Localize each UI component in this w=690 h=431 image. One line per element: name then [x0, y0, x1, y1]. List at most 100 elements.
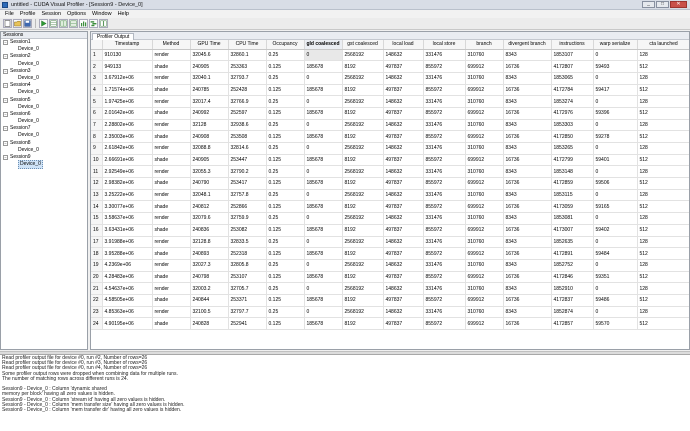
table-cell[interactable]: 512	[637, 107, 689, 120]
table-cell[interactable]: 1852635	[551, 236, 594, 249]
table-cell[interactable]: 128	[637, 165, 689, 179]
collapse-icon[interactable]: −	[3, 54, 8, 60]
table-cell[interactable]: 128	[637, 189, 689, 202]
table-cell[interactable]: 0	[304, 282, 343, 295]
table-cell[interactable]: render	[152, 49, 191, 62]
table-cell[interactable]: 4.58505e+06	[102, 294, 153, 307]
table-cell[interactable]: 0.25	[266, 236, 305, 249]
collapse-icon[interactable]: −	[3, 126, 8, 132]
table-cell[interactable]: 128	[637, 259, 689, 272]
session-node[interactable]: − Session6	[1, 111, 87, 118]
table-cell[interactable]: 855972	[423, 294, 466, 307]
table-cell[interactable]: 310760	[465, 212, 504, 225]
table-cell[interactable]: 0.25	[266, 95, 305, 108]
table-row[interactable]: 9 2.61842e+06 render 32088.8 32814.6 0.25 0 256…	[91, 142, 689, 155]
table-cell[interactable]: 8192	[342, 247, 384, 260]
table-cell[interactable]: 699912	[465, 154, 504, 167]
close-button[interactable]: ✕	[670, 1, 687, 8]
table-cell[interactable]: 0.25	[266, 306, 305, 319]
table-cell[interactable]: render	[152, 236, 191, 249]
table-cell[interactable]: 0	[304, 236, 343, 249]
table-cell[interactable]: 497837	[383, 317, 424, 330]
table-cell[interactable]: render	[152, 282, 191, 295]
table-cell[interactable]: 253508	[228, 130, 267, 143]
table-cell[interactable]: 253082	[228, 224, 267, 237]
table-cell[interactable]: 148632	[383, 189, 424, 202]
menu-session[interactable]: Session	[38, 11, 64, 17]
table-cell[interactable]: shade	[152, 154, 191, 167]
table-cell[interactable]: 855972	[423, 177, 466, 190]
table-cell[interactable]: 2568192	[342, 72, 384, 85]
table-cell[interactable]: 331476	[423, 95, 466, 108]
table-cell[interactable]: shade	[152, 271, 191, 284]
table-cell[interactable]: 699912	[465, 60, 504, 73]
table-cell[interactable]: 4173059	[551, 200, 594, 214]
table-cell[interactable]: 310760	[465, 95, 504, 108]
table-cell[interactable]: 8343	[503, 212, 552, 225]
table-cell[interactable]: 252866	[228, 200, 267, 214]
session-node[interactable]: − Session1	[1, 39, 87, 46]
table-cell[interactable]: 240893	[190, 247, 229, 260]
table-cell[interactable]: 1853107	[551, 49, 594, 62]
table-cell[interactable]: 4.90195e+06	[102, 317, 153, 330]
table-cell[interactable]: 128	[637, 282, 689, 295]
table-cell[interactable]: 59351	[593, 271, 638, 284]
table-cell[interactable]: 8343	[503, 189, 552, 202]
table-cell[interactable]: 0	[304, 95, 343, 108]
table-cell[interactable]: render	[152, 119, 191, 132]
table-cell[interactable]: 0	[304, 119, 343, 132]
timeline-icon[interactable]	[89, 19, 98, 28]
table-cell[interactable]: 0	[593, 72, 638, 85]
collapse-icon[interactable]: −	[3, 40, 8, 46]
table-cell[interactable]: 855972	[423, 200, 466, 214]
table-cell[interactable]: 0	[593, 189, 638, 202]
table-cell[interactable]: 310760	[465, 165, 504, 179]
collapse-icon[interactable]: −	[3, 68, 8, 74]
minimize-button[interactable]: _	[642, 1, 655, 8]
table-cell[interactable]: 855972	[423, 130, 466, 143]
table-cell[interactable]: 8192	[342, 271, 384, 284]
session-node[interactable]: − Session9	[1, 154, 87, 161]
table-cell[interactable]: 0	[304, 72, 343, 85]
table-cell[interactable]: 59486	[593, 294, 638, 307]
table-cell[interactable]: 331476	[423, 236, 466, 249]
table-cell[interactable]: 310760	[465, 306, 504, 319]
tab-profiler-output[interactable]: Profiler Output	[92, 33, 135, 40]
table-cell[interactable]: 16736	[503, 317, 552, 330]
table-cell[interactable]: 0.125	[266, 130, 305, 143]
graph-icon[interactable]	[79, 19, 88, 28]
table-cell[interactable]: 331476	[423, 189, 466, 202]
table-cell[interactable]: shade	[152, 107, 191, 120]
table-cell[interactable]: 32128.8	[190, 236, 229, 249]
start-profile-icon[interactable]	[39, 19, 48, 28]
table-cell[interactable]: 0	[593, 142, 638, 155]
table-cell[interactable]: 59506	[593, 177, 638, 190]
table-cell[interactable]: 8192	[342, 60, 384, 73]
table-cell[interactable]: 855972	[423, 317, 466, 330]
table-cell[interactable]: 1853274	[551, 95, 594, 108]
table-cell[interactable]: 185678	[304, 60, 343, 73]
table-cell[interactable]: 128	[637, 142, 689, 155]
table-row[interactable]: 14 3.30077e+06 shade 240812 252866 0.125 18567…	[91, 200, 689, 214]
table-cell[interactable]: 1853148	[551, 165, 594, 179]
table-cell[interactable]: 0	[593, 282, 638, 295]
table-cell[interactable]: 310760	[465, 189, 504, 202]
table-cell[interactable]: 148632	[383, 236, 424, 249]
table-cell[interactable]: 32833.5	[228, 236, 267, 249]
table-cell[interactable]: 16736	[503, 84, 552, 97]
table-cell[interactable]: 497837	[383, 107, 424, 120]
table-cell[interactable]: 497837	[383, 224, 424, 237]
table-cell[interactable]: 252597	[228, 107, 267, 120]
table-cell[interactable]: 2568192	[342, 119, 384, 132]
table-cell[interactable]: 1853081	[551, 212, 594, 225]
session-node[interactable]: − Session5	[1, 97, 87, 104]
table-cell[interactable]: 128	[637, 119, 689, 132]
table-cell[interactable]: 8343	[503, 259, 552, 272]
table-cell[interactable]: 185678	[304, 177, 343, 190]
table-cell[interactable]: 148632	[383, 119, 424, 132]
table-cell[interactable]: 148632	[383, 306, 424, 319]
table-cell[interactable]: shade	[152, 60, 191, 73]
table-cell[interactable]: render	[152, 306, 191, 319]
table-cell[interactable]: 0	[304, 165, 343, 179]
table-cell[interactable]: 8343	[503, 282, 552, 295]
